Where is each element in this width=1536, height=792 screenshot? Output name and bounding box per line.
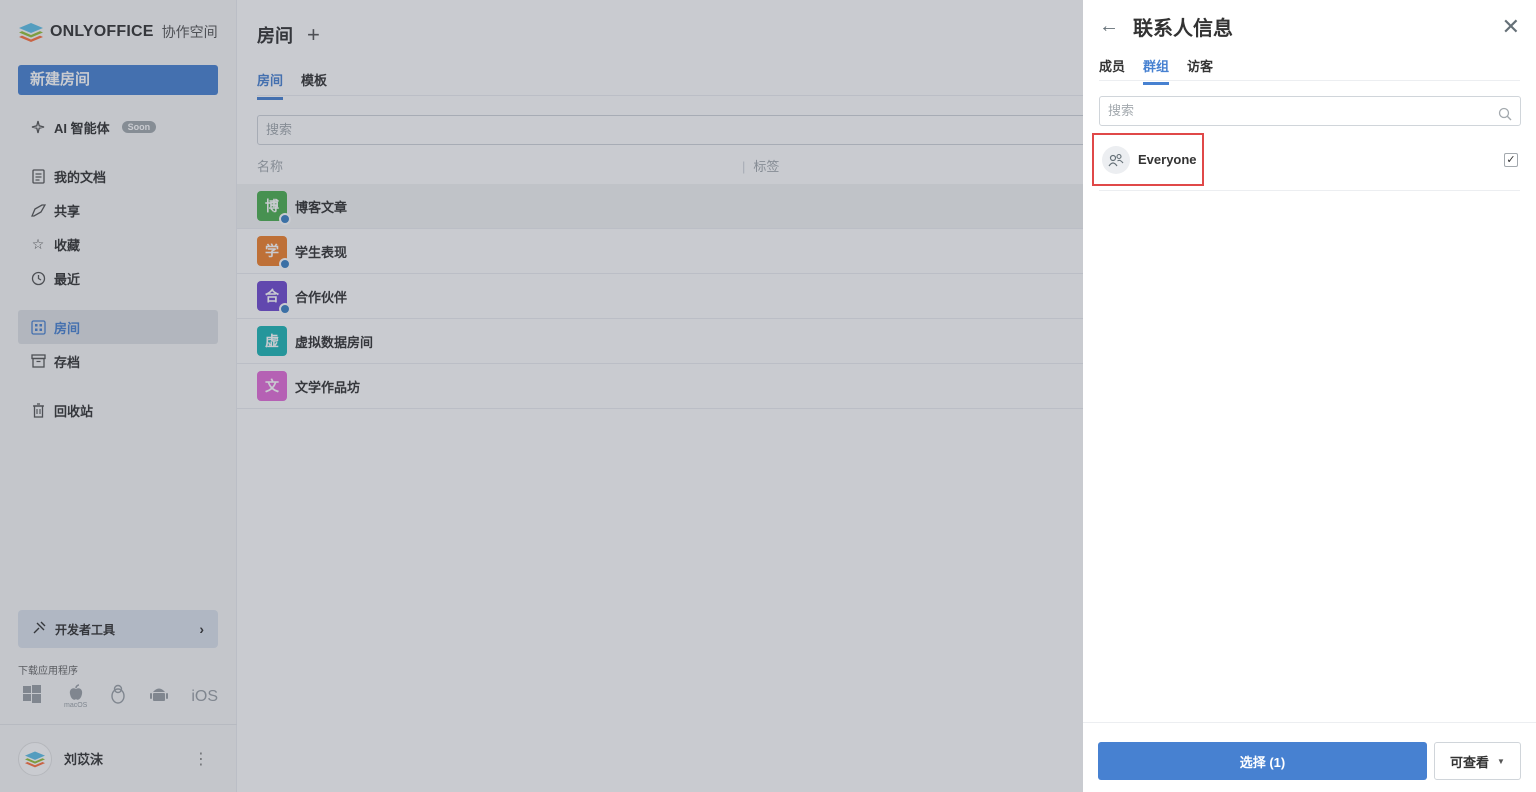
list-item[interactable]: Everyone ✓ (1092, 133, 1520, 191)
chevron-down-icon: ▼ (1497, 756, 1505, 766)
group-icon (1102, 145, 1130, 174)
group-name: Everyone (1138, 152, 1197, 167)
search-icon[interactable] (1498, 103, 1512, 121)
contact-info-panel: ← 联系人信息 ✕ 成员 群组 访客 搜索 Everyone ✓ 选择 (1) … (1083, 0, 1536, 792)
permission-label: 可查看 (1450, 754, 1490, 770)
highlight-box: Everyone (1092, 133, 1204, 186)
panel-header: ← 联系人信息 (1099, 12, 1233, 41)
checkbox-checked[interactable]: ✓ (1504, 153, 1518, 167)
select-button[interactable]: 选择 (1) (1098, 742, 1427, 780)
divider (1099, 80, 1520, 81)
panel-title: 联系人信息 (1133, 18, 1233, 40)
panel-footer: 选择 (1) 可查看 ▼ (1083, 722, 1536, 792)
panel-search-input[interactable]: 搜索 (1099, 96, 1521, 126)
permission-dropdown[interactable]: 可查看 ▼ (1434, 742, 1521, 780)
search-placeholder: 搜索 (1108, 103, 1135, 118)
back-arrow-icon[interactable]: ← (1099, 15, 1119, 38)
modal-backdrop[interactable] (0, 0, 1083, 792)
close-icon[interactable]: ✕ (1502, 14, 1520, 40)
